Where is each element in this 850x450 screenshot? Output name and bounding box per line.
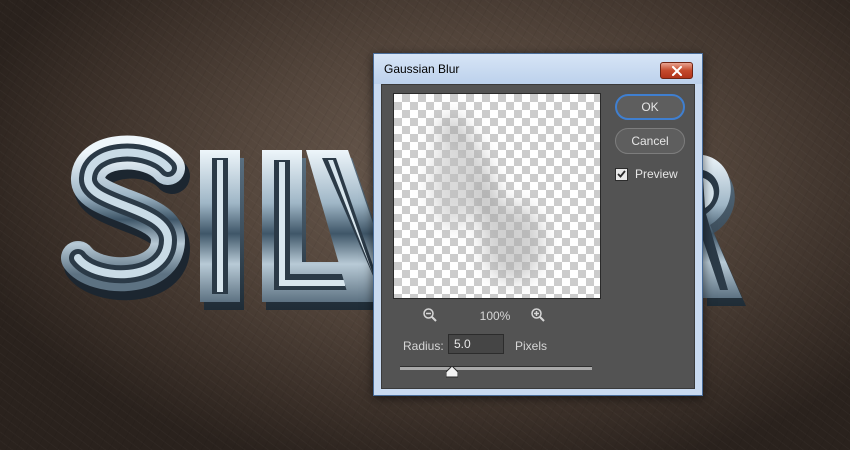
radius-slider-thumb[interactable] (445, 366, 458, 378)
close-icon (671, 65, 682, 76)
zoom-in-icon[interactable] (530, 307, 546, 323)
radius-slider-track[interactable] (400, 366, 592, 370)
dialog-body: 100% Radius: Pixels OK Cancel Preview (381, 84, 695, 389)
zoom-level: 100% (479, 309, 511, 323)
letter-i (200, 150, 244, 310)
ok-button[interactable]: OK (615, 94, 685, 120)
dialog-titlebar[interactable]: Gaussian Blur (374, 54, 702, 84)
gaussian-blur-dialog: Gaussian Blur 100% Radius: 5.0 Pixels OK… (373, 53, 703, 396)
letter-r (703, 155, 746, 306)
radius-label: Radius: (403, 339, 444, 353)
preview-checkbox[interactable]: Preview (615, 166, 678, 182)
preview-label: Preview (635, 167, 678, 181)
zoom-out-icon[interactable] (422, 307, 438, 323)
radius-units: Pixels (515, 339, 548, 353)
close-button[interactable] (660, 62, 693, 79)
preview-checkbox-box[interactable] (615, 167, 628, 181)
dialog-title: Gaussian Blur (384, 62, 460, 76)
letter-s (61, 135, 190, 301)
radius-input[interactable] (448, 334, 504, 354)
zoom-controls: 100% (422, 307, 582, 325)
blurred-preview-image (431, 113, 543, 283)
filter-preview[interactable] (393, 93, 601, 299)
cancel-button[interactable]: Cancel (615, 128, 685, 154)
checkmark-icon (617, 170, 626, 178)
